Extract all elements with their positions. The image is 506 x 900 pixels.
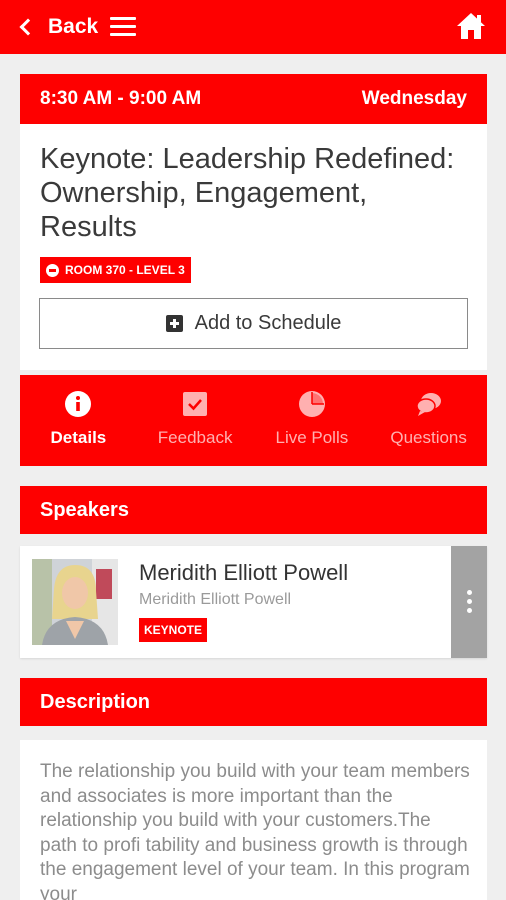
speaker-avatar	[32, 559, 118, 645]
room-label: ROOM 370 - LEVEL 3	[65, 263, 185, 277]
speaker-name: Meridith Elliott Powell	[139, 560, 349, 585]
home-icon[interactable]	[455, 10, 487, 42]
tab-live-polls[interactable]: Live Polls	[254, 375, 371, 466]
location-icon	[46, 263, 59, 277]
tab-label: Details	[50, 428, 107, 447]
description-text: The relationship you build with your tea…	[40, 761, 470, 900]
session-day: Wednesday	[361, 88, 467, 109]
session-title: Keynote: Leadership Redefined: Ownership…	[40, 143, 455, 243]
add-to-schedule-label: Add to Schedule	[194, 312, 342, 334]
speakers-heading: Speakers	[40, 499, 129, 521]
tab-questions[interactable]: Questions	[370, 375, 487, 466]
back-button[interactable]: Back	[18, 12, 98, 42]
description-card: The relationship you build with your tea…	[20, 740, 487, 900]
tab-label: Feedback	[157, 428, 233, 447]
tab-label: Questions	[390, 428, 467, 447]
hamburger-menu-icon[interactable]	[110, 17, 136, 37]
plus-square-icon	[165, 315, 183, 332]
top-app-bar: Back	[0, 0, 506, 54]
tab-feedback[interactable]: Feedback	[137, 375, 254, 466]
speaker-role-badge: KEYNOTE	[139, 618, 208, 642]
more-options-button[interactable]	[451, 546, 487, 658]
add-to-schedule-button[interactable]: Add to Schedule	[39, 298, 468, 349]
room-badge: ROOM 370 - LEVEL 3	[40, 257, 191, 283]
chat-bubbles-icon	[415, 393, 441, 416]
tab-details[interactable]: Details	[20, 375, 137, 466]
description-heading: Description	[40, 691, 151, 713]
checkbox-icon	[183, 392, 208, 416]
session-time-bar: 8:30 AM - 9:00 AM Wednesday	[20, 74, 487, 124]
speaker-card[interactable]: Meridith Elliott Powell Meridith Elliott…	[20, 546, 487, 658]
pie-chart-icon	[298, 391, 325, 417]
back-label: Back	[48, 15, 99, 38]
description-header: Description	[20, 678, 487, 726]
chevron-left-icon	[19, 18, 37, 36]
speakers-header: Speakers	[20, 486, 487, 534]
session-time: 8:30 AM - 9:00 AM	[40, 88, 202, 109]
tab-label: Live Polls	[275, 428, 349, 447]
info-icon	[65, 391, 92, 417]
session-card: Keynote: Leadership Redefined: Ownership…	[20, 124, 487, 370]
speaker-subtitle: Meridith Elliott Powell	[139, 591, 292, 608]
session-tabs: Details Feedback Live Polls Questions	[20, 375, 487, 466]
